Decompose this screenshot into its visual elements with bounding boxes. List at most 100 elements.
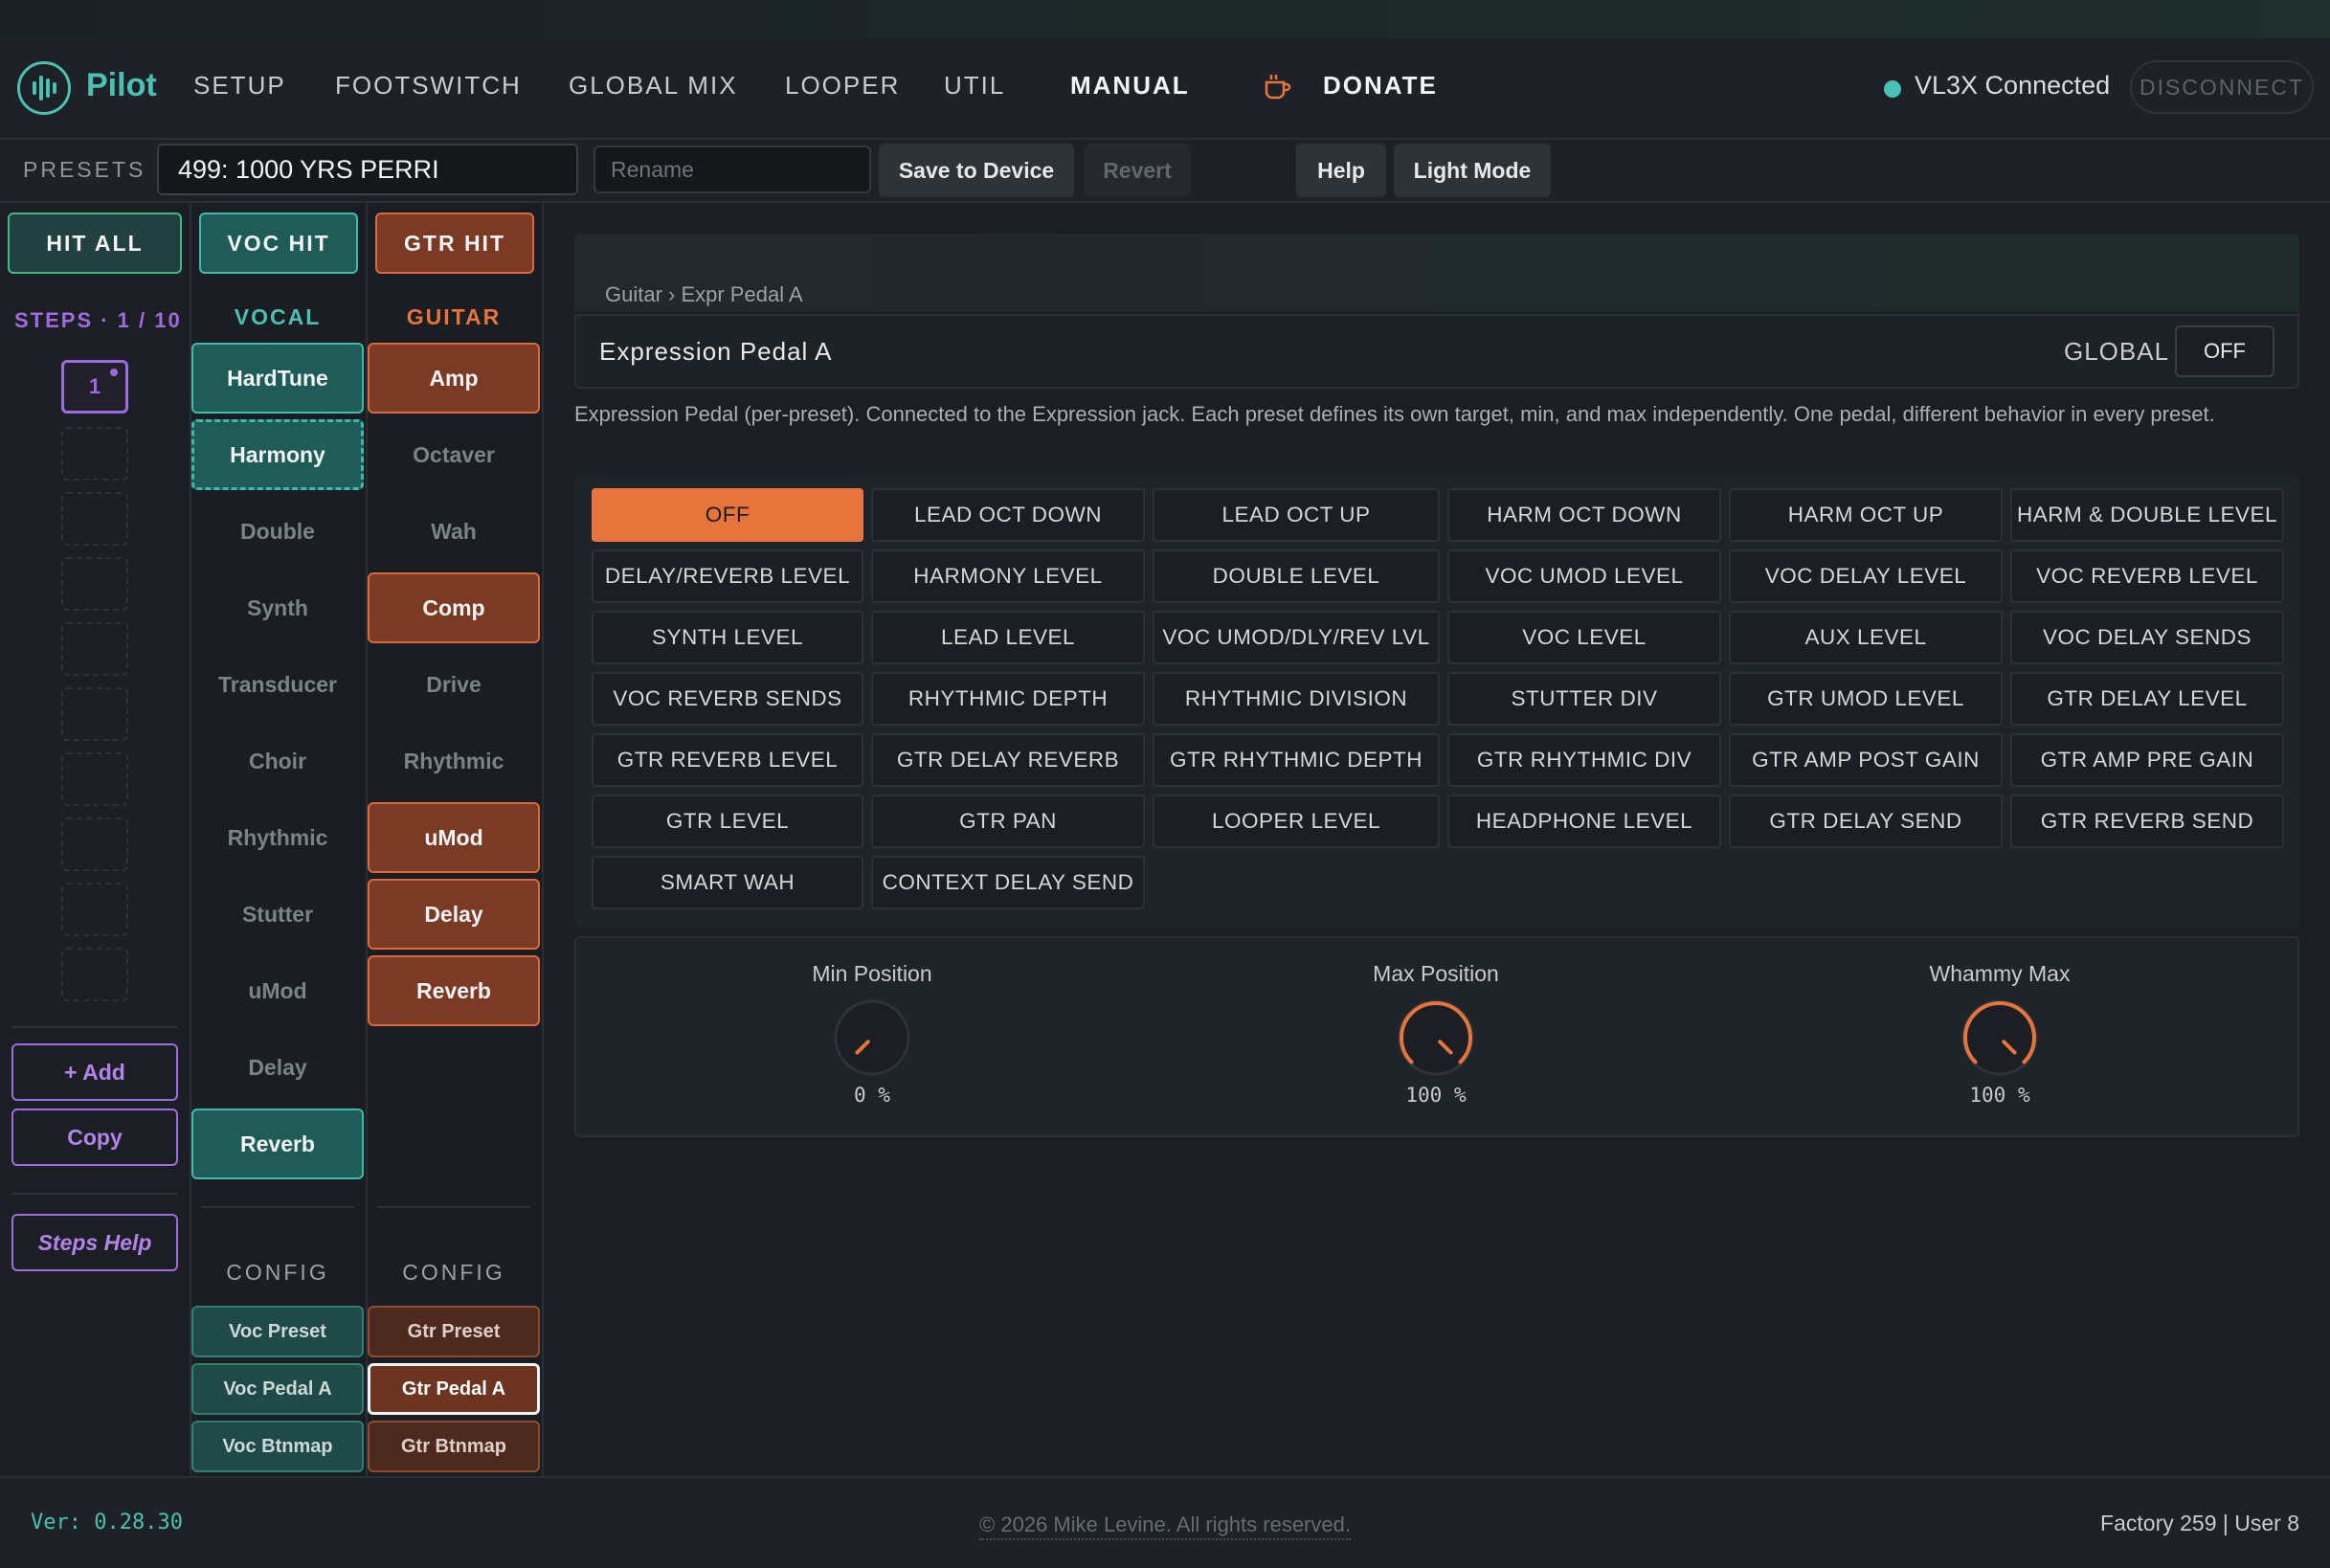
gtr-pedal-a-button[interactable]: Gtr Pedal A (368, 1363, 540, 1415)
target-rhythmic-depth[interactable]: RHYTHMIC DEPTH (871, 672, 1145, 726)
target-gtr-pan[interactable]: GTR PAN (871, 795, 1145, 848)
nav-footswitch[interactable]: FOOTSWITCH (335, 71, 522, 101)
vocal-fx-transducer[interactable]: Transducer (191, 649, 364, 720)
step-slot[interactable] (61, 622, 128, 676)
target-double-level[interactable]: DOUBLE LEVEL (1153, 549, 1440, 603)
guitar-fx-drive[interactable]: Drive (368, 649, 540, 720)
step-slot[interactable] (61, 557, 128, 611)
nav-setup[interactable]: SETUP (193, 71, 286, 101)
step-slot[interactable] (61, 883, 128, 936)
max-position-knob[interactable] (1396, 997, 1476, 1078)
target-lead-oct-down[interactable]: LEAD OCT DOWN (871, 488, 1145, 542)
step-slot[interactable] (61, 492, 128, 546)
voc-hit-button[interactable]: VOC HIT (199, 213, 358, 274)
guitar-fx-amp[interactable]: Amp (368, 343, 540, 414)
nav-donate[interactable]: DONATE (1323, 71, 1438, 101)
preset-selector[interactable]: 499: 1000 YRS PERRI (157, 144, 578, 195)
step-slot[interactable] (61, 427, 128, 481)
target-looper-level[interactable]: LOOPER LEVEL (1153, 795, 1440, 848)
pilot-logo-icon[interactable] (17, 61, 71, 115)
target-harmony-level[interactable]: HARMONY LEVEL (871, 549, 1145, 603)
vocal-fx-hardtune[interactable]: HardTune (191, 343, 364, 414)
target-gtr-umod-level[interactable]: GTR UMOD LEVEL (1729, 672, 2003, 726)
nav-looper[interactable]: LOOPER (785, 71, 900, 101)
target-gtr-reverb-send[interactable]: GTR REVERB SEND (2010, 795, 2284, 848)
target-voc-reverb-level[interactable]: VOC REVERB LEVEL (2010, 549, 2284, 603)
guitar-fx-umod[interactable]: uMod (368, 802, 540, 873)
target-aux-level[interactable]: AUX LEVEL (1729, 611, 2003, 664)
guitar-fx-comp[interactable]: Comp (368, 572, 540, 643)
vocal-fx-rhythmic[interactable]: Rhythmic (191, 802, 364, 873)
vocal-fx-harmony[interactable]: Harmony (191, 419, 364, 490)
copy-step-button[interactable]: Copy (11, 1109, 178, 1166)
target-context-delay-send[interactable]: CONTEXT DELAY SEND (871, 856, 1145, 909)
target-rhythmic-division[interactable]: RHYTHMIC DIVISION (1153, 672, 1440, 726)
target-voc-delay-sends[interactable]: VOC DELAY SENDS (2010, 611, 2284, 664)
save-to-device-button[interactable]: Save to Device (879, 144, 1074, 197)
revert-button[interactable]: Revert (1084, 144, 1191, 197)
guitar-fx-delay[interactable]: Delay (368, 879, 540, 950)
voc-btnmap-button[interactable]: Voc Btnmap (191, 1421, 364, 1472)
step-slot[interactable] (61, 818, 128, 871)
target-headphone-level[interactable]: HEADPHONE LEVEL (1447, 795, 1721, 848)
rename-input[interactable]: Rename (594, 146, 871, 193)
copyright-link[interactable]: © 2026 Mike Levine. All rights reserved. (979, 1512, 1351, 1540)
guitar-fx-wah[interactable]: Wah (368, 496, 540, 567)
target-synth-level[interactable]: SYNTH LEVEL (592, 611, 863, 664)
target-gtr-amp-pre-gain[interactable]: GTR AMP PRE GAIN (2010, 733, 2284, 787)
target-voc-delay-level[interactable]: VOC DELAY LEVEL (1729, 549, 2003, 603)
nav-util[interactable]: UTIL (944, 71, 1005, 101)
guitar-fx-octaver[interactable]: Octaver (368, 419, 540, 490)
target-harm-double-level[interactable]: HARM & DOUBLE LEVEL (2010, 488, 2284, 542)
target-voc-reverb-sends[interactable]: VOC REVERB SENDS (592, 672, 863, 726)
min-position-knob[interactable] (832, 997, 912, 1078)
vocal-fx-double[interactable]: Double (191, 496, 364, 567)
target-lead-level[interactable]: LEAD LEVEL (871, 611, 1145, 664)
guitar-fx-rhythmic[interactable]: Rhythmic (368, 726, 540, 796)
voc-pedal-a-button[interactable]: Voc Pedal A (191, 1363, 364, 1415)
target-gtr-delay-level[interactable]: GTR DELAY LEVEL (2010, 672, 2284, 726)
target-gtr-rhythmic-depth[interactable]: GTR RHYTHMIC DEPTH (1153, 733, 1440, 787)
voc-preset-button[interactable]: Voc Preset (191, 1306, 364, 1357)
guitar-fx-reverb[interactable]: Reverb (368, 955, 540, 1026)
gtr-btnmap-button[interactable]: Gtr Btnmap (368, 1421, 540, 1472)
step-slot[interactable] (61, 687, 128, 741)
target-gtr-level[interactable]: GTR LEVEL (592, 795, 863, 848)
gtr-preset-button[interactable]: Gtr Preset (368, 1306, 540, 1357)
target-voc-umod-level[interactable]: VOC UMOD LEVEL (1447, 549, 1721, 603)
target-gtr-delay-reverb[interactable]: GTR DELAY REVERB (871, 733, 1145, 787)
target-gtr-delay-send[interactable]: GTR DELAY SEND (1729, 795, 2003, 848)
brand-name[interactable]: Pilot (86, 67, 157, 104)
step-1[interactable]: 1 (61, 360, 128, 414)
global-toggle[interactable]: OFF (2175, 325, 2274, 377)
add-step-button[interactable]: + Add (11, 1043, 178, 1101)
nav-global-mix[interactable]: GLOBAL MIX (569, 71, 738, 101)
target-delay-reverb-level[interactable]: DELAY/REVERB LEVEL (592, 549, 863, 603)
target-lead-oct-up[interactable]: LEAD OCT UP (1153, 488, 1440, 542)
step-slot[interactable] (61, 752, 128, 806)
vocal-fx-reverb[interactable]: Reverb (191, 1109, 364, 1179)
target-voc-level[interactable]: VOC LEVEL (1447, 611, 1721, 664)
target-off[interactable]: OFF (592, 488, 863, 542)
target-voc-umod-dly-rev-lvl[interactable]: VOC UMOD/DLY/REV LVL (1153, 611, 1440, 664)
coffee-cup-icon[interactable] (1262, 71, 1292, 101)
target-stutter-div[interactable]: STUTTER DIV (1447, 672, 1721, 726)
target-gtr-amp-post-gain[interactable]: GTR AMP POST GAIN (1729, 733, 2003, 787)
disconnect-button[interactable]: DISCONNECT (2130, 60, 2314, 114)
step-slot[interactable] (61, 948, 128, 1001)
target-harm-oct-down[interactable]: HARM OCT DOWN (1447, 488, 1721, 542)
vocal-fx-stutter[interactable]: Stutter (191, 879, 364, 950)
nav-manual[interactable]: MANUAL (1070, 71, 1190, 101)
vocal-fx-umod[interactable]: uMod (191, 955, 364, 1026)
vocal-fx-choir[interactable]: Choir (191, 726, 364, 796)
target-smart-wah[interactable]: SMART WAH (592, 856, 863, 909)
hit-all-button[interactable]: HIT ALL (8, 213, 182, 274)
light-mode-button[interactable]: Light Mode (1394, 144, 1551, 197)
vocal-fx-delay[interactable]: Delay (191, 1032, 364, 1103)
target-harm-oct-up[interactable]: HARM OCT UP (1729, 488, 2003, 542)
target-gtr-reverb-level[interactable]: GTR REVERB LEVEL (592, 733, 863, 787)
whammy-max-knob[interactable] (1960, 997, 2040, 1078)
gtr-hit-button[interactable]: GTR HIT (375, 213, 534, 274)
vocal-fx-synth[interactable]: Synth (191, 572, 364, 643)
help-button[interactable]: Help (1296, 144, 1386, 197)
